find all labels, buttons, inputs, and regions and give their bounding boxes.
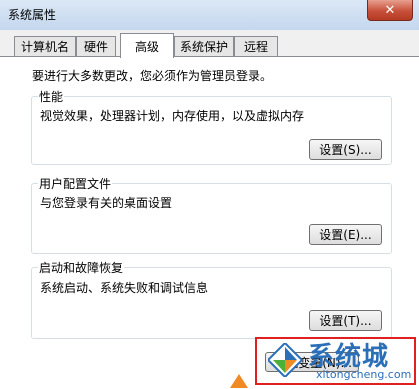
window-title: 系统属性 (8, 8, 57, 22)
admin-note: 要进行大多数更改，您必须作为管理员登录。 (32, 69, 273, 83)
user-profiles-description: 与您登录有关的桌面设置 (40, 196, 173, 210)
close-button[interactable]: ✕ (367, 0, 413, 21)
performance-settings-button[interactable]: 设置(S)... (309, 139, 382, 160)
title-bar: 系统属性 ✕ (0, 0, 419, 30)
tab-computer-name[interactable]: 计算机名 (14, 36, 76, 56)
performance-legend: 性能 (38, 88, 65, 105)
tab-system-protection[interactable]: 系统保护 (174, 36, 234, 56)
tab-strip: 计算机名 硬件 高级 系统保护 远程 (0, 30, 419, 58)
close-icon: ✕ (384, 2, 396, 18)
startup-recovery-settings-button[interactable]: 设置(T)... (309, 310, 382, 331)
tab-advanced[interactable]: 高级 (120, 33, 174, 58)
user-profiles-legend: 用户配置文件 (38, 175, 113, 192)
orange-mark-icon (230, 374, 248, 388)
tab-remote[interactable]: 远程 (234, 36, 278, 56)
user-profiles-settings-button[interactable]: 设置(E)... (309, 224, 382, 245)
performance-description: 视觉效果，处理器计划，内存使用，以及虚拟内存 (40, 109, 305, 123)
tab-hardware[interactable]: 硬件 (76, 36, 116, 56)
highlight-box (255, 337, 416, 385)
startup-recovery-legend: 启动和故障恢复 (38, 259, 125, 276)
startup-recovery-description: 系统启动、系统失败和调试信息 (40, 281, 209, 295)
